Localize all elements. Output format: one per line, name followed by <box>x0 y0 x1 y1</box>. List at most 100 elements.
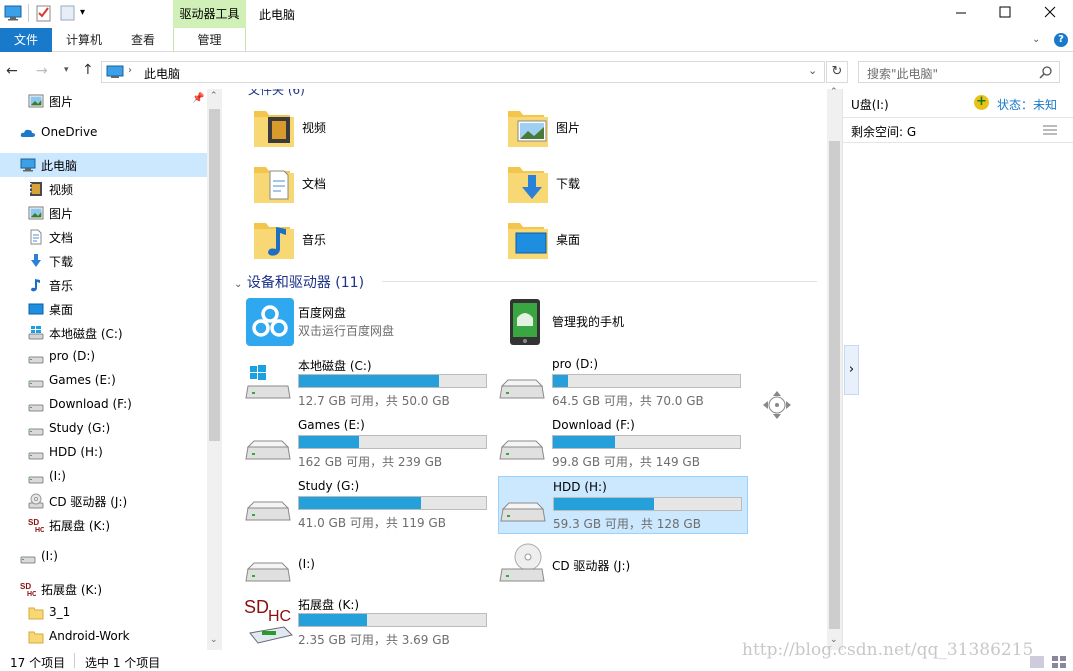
drive-tile[interactable]: 本地磁盘 (C:) 12.7 GB 可用，共 50.0 GB <box>244 354 494 412</box>
scroll-up-icon[interactable]: ⌃ <box>830 87 838 97</box>
nav-item[interactable]: CD 驱动器 (J:) <box>0 489 207 513</box>
content-scroll-thumb[interactable] <box>829 141 840 629</box>
forward-icon[interactable]: → <box>36 63 48 79</box>
nav-item[interactable]: (I:) <box>0 465 207 489</box>
folder-tile[interactable]: 图片 <box>504 101 754 153</box>
drive-tile[interactable]: SD HC 拓展盘 (K:) 2.35 GB 可用，共 3.69 GB <box>244 593 494 650</box>
qat-dropdown-icon[interactable]: ▾ <box>80 7 85 18</box>
new-folder-icon[interactable] <box>60 5 76 21</box>
drive-icon <box>28 445 44 461</box>
folder-tile[interactable]: 音乐 <box>250 213 500 265</box>
scroll-down-icon[interactable]: ⌄ <box>210 635 218 645</box>
watermark: http://blog.csdn.net/qq_31386215 <box>742 640 1034 660</box>
nav-item[interactable]: 音乐 <box>0 273 207 297</box>
menu-icon[interactable] <box>1043 124 1057 136</box>
properties-icon[interactable] <box>36 4 52 22</box>
file-list[interactable]: 文件夹 (6) 视频 图片 文档 下载音乐 桌面 ⌄ 设备和驱动器 (11) 百度网盘双… <box>222 89 827 650</box>
drive-usage-fill <box>553 436 615 448</box>
nav-item[interactable]: (I:) <box>0 545 207 569</box>
drive-tile[interactable]: Study (G:) 41.0 GB 可用，共 119 GB <box>244 476 494 534</box>
folder-tile[interactable]: 桌面 <box>504 213 754 265</box>
maximize-button[interactable] <box>983 0 1028 28</box>
drive-usage-fill <box>299 375 439 387</box>
drive-tile[interactable]: (I:) <box>244 537 494 595</box>
address-bar[interactable]: › 此电脑 ⌄ <box>101 61 825 83</box>
drive-name: pro (D:) <box>552 357 599 371</box>
music-icon <box>28 277 44 293</box>
group-header-devices[interactable]: ⌄ 设备和驱动器 (11) <box>234 272 364 292</box>
nav-scrollbar[interactable]: ⌃ ⌄ <box>207 89 222 650</box>
drive-tile[interactable]: CD 驱动器 (J:) <box>498 537 748 595</box>
drive-name: 拓展盘 (K:) <box>298 598 360 612</box>
navigation-pane[interactable]: 图片 📌 OneDrive 此电脑 视频 图片 文档 下载 音乐 桌面 本地磁盘 (C:) pro (… <box>0 89 222 650</box>
back-icon[interactable]: ← <box>6 63 18 79</box>
nav-item[interactable]: HDD (H:) <box>0 441 207 465</box>
move-cursor-icon <box>761 389 793 421</box>
large-icons-view-icon[interactable] <box>1052 656 1066 668</box>
app-tile[interactable]: 管理我的手机 <box>498 295 748 353</box>
nav-item[interactable]: 此电脑 <box>0 153 207 177</box>
drive-usage-bar <box>553 497 742 511</box>
nav-item-label: (I:) <box>49 469 66 483</box>
scroll-up-icon[interactable]: ⌃ <box>210 91 218 101</box>
nav-item[interactable]: pro (D:) <box>0 345 207 369</box>
details-divider <box>843 142 1073 143</box>
recent-locations-icon[interactable]: ▾ <box>64 65 69 75</box>
drive-tile[interactable]: pro (D:) 64.5 GB 可用，共 70.0 GB <box>498 354 748 412</box>
nav-item[interactable]: Android-Work <box>0 625 207 649</box>
pin-icon[interactable]: 📌 <box>192 93 204 104</box>
nav-item[interactable]: Games (E:) <box>0 369 207 393</box>
folder-label: 下载 <box>556 177 581 191</box>
help-icon[interactable]: ? <box>1054 33 1068 47</box>
drive-tile[interactable]: Download (F:) 99.8 GB 可用，共 149 GB <box>498 415 748 473</box>
svg-text:HC: HC <box>27 591 36 597</box>
nav-item[interactable]: Study (G:) <box>0 417 207 441</box>
search-icon[interactable] <box>1039 65 1053 79</box>
tab-file[interactable]: 文件 <box>0 28 52 52</box>
expand-pane-button[interactable]: › <box>844 345 859 395</box>
folder-tile[interactable]: 下载 <box>504 157 754 209</box>
svg-text:SD: SD <box>244 597 269 617</box>
address-dropdown-icon[interactable]: ⌄ <box>808 64 817 77</box>
nav-item[interactable]: 3_1 <box>0 601 207 625</box>
nav-item[interactable]: 图片 <box>0 201 207 225</box>
content-scrollbar[interactable]: ⌃ ⌄ <box>827 87 842 650</box>
nav-item[interactable]: SD HC 拓展盘 (K:) <box>0 577 207 601</box>
ribbon-expand-icon[interactable]: ⌄ <box>1032 34 1040 45</box>
app-tile[interactable]: 百度网盘 双击运行百度网盘 <box>244 295 494 353</box>
nav-item[interactable]: 文档 <box>0 225 207 249</box>
this-pc-icon[interactable] <box>4 5 22 21</box>
folder-tile[interactable]: 文档 <box>250 157 500 209</box>
up-icon[interactable]: ↑ <box>82 62 94 78</box>
drive-usage-bar <box>298 496 487 510</box>
sd-card-icon: SD HC <box>244 597 296 649</box>
refresh-button[interactable]: ↻ <box>826 61 848 83</box>
windows-drive-icon <box>244 358 292 406</box>
search-placeholder: 搜索"此电脑" <box>867 67 939 81</box>
folder-tile[interactable]: 视频 <box>250 101 500 153</box>
group-header-folders[interactable]: 文件夹 (6) <box>248 89 305 98</box>
details-pane: U盘(I:) + 状态：未知 剩余空间: G › <box>842 89 1073 650</box>
collapse-chevron-icon[interactable]: ⌄ <box>234 279 242 290</box>
close-button[interactable] <box>1028 0 1073 28</box>
nav-item[interactable]: 下载 <box>0 249 207 273</box>
drive-space-text: 59.3 GB 可用，共 128 GB <box>553 517 701 531</box>
nav-item[interactable]: 本地磁盘 (C:) <box>0 321 207 345</box>
nav-item[interactable]: SD HC 拓展盘 (K:) <box>0 513 207 537</box>
nav-item[interactable]: OneDrive <box>0 121 207 145</box>
search-input[interactable]: 搜索"此电脑" <box>858 61 1060 83</box>
nav-scroll-thumb[interactable] <box>209 109 220 441</box>
nav-item[interactable]: 视频 <box>0 177 207 201</box>
tab-view[interactable]: 查看 <box>118 28 168 52</box>
nav-item[interactable]: 桌面 <box>0 297 207 321</box>
drive-tile[interactable]: HDD (H:) 59.3 GB 可用，共 128 GB <box>498 476 748 534</box>
tab-manage[interactable]: 管理 <box>173 28 246 52</box>
nav-item[interactable]: Download (F:) <box>0 393 207 417</box>
breadcrumb[interactable]: 此电脑 <box>144 65 180 82</box>
tab-computer[interactable]: 计算机 <box>56 28 112 52</box>
nav-item-label: (I:) <box>41 549 58 563</box>
drive-tile[interactable]: Games (E:) 162 GB 可用，共 239 GB <box>244 415 494 473</box>
nav-item[interactable]: 图片 📌 <box>0 89 207 113</box>
minimize-button[interactable] <box>938 0 983 28</box>
breadcrumb-chevron-icon[interactable]: › <box>128 65 132 76</box>
